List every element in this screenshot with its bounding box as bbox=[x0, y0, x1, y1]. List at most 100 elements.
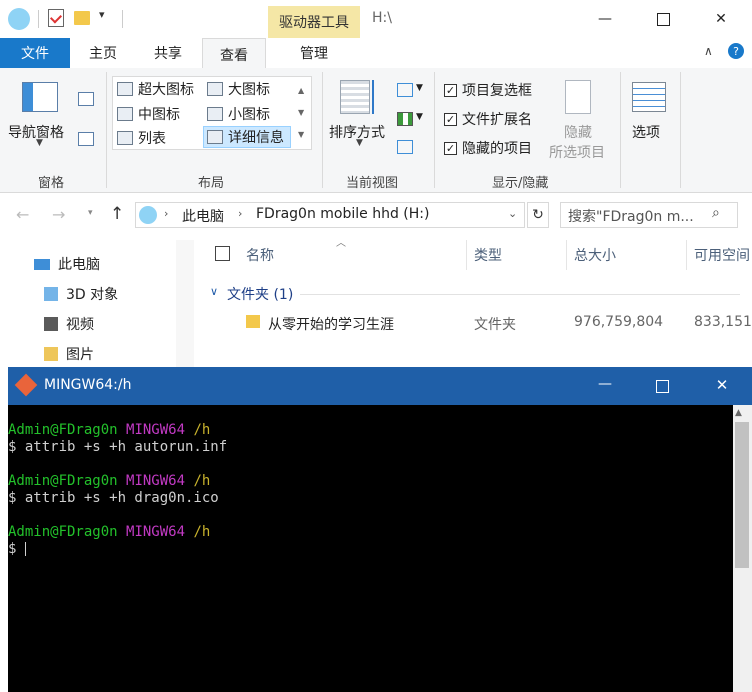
tab-view[interactable]: 查看 bbox=[202, 38, 266, 70]
minimize-button[interactable]: — bbox=[576, 0, 634, 38]
column-header-free-space[interactable]: 可用空间 bbox=[694, 240, 752, 270]
options-button[interactable]: 选项 bbox=[632, 122, 660, 142]
help-icon[interactable]: ? bbox=[728, 43, 744, 59]
file-extensions-toggle[interactable]: ✓ 文件扩展名 bbox=[444, 108, 532, 130]
breadcrumb-location[interactable]: FDrag0n mobile hhd (H:) bbox=[256, 206, 429, 222]
up-arrow-icon[interactable]: ↑ bbox=[110, 204, 124, 224]
preview-pane-icon[interactable] bbox=[78, 92, 94, 106]
checkbox-checked-icon: ✓ bbox=[444, 83, 457, 97]
nav-item-pictures[interactable]: 图片 bbox=[44, 340, 94, 368]
prompt-line: Admin@FDrag0n MINGW64 /h bbox=[8, 473, 728, 490]
prompt-user: Admin@FDrag0n bbox=[8, 473, 118, 489]
maximize-button[interactable] bbox=[634, 0, 692, 38]
nav-pane-scrollbar[interactable] bbox=[176, 240, 194, 367]
navigation-pane-icon[interactable] bbox=[22, 82, 58, 112]
new-folder-icon[interactable] bbox=[74, 11, 90, 25]
layout-extra-large-icons[interactable]: 超大图标 bbox=[117, 78, 194, 100]
details-icon bbox=[207, 130, 223, 144]
divider bbox=[106, 72, 107, 188]
chevron-down-icon: ▼ bbox=[416, 83, 423, 93]
forward-arrow-icon[interactable]: → bbox=[52, 205, 65, 224]
layout-group-label: 布局 bbox=[198, 176, 225, 191]
layout-medium-icons[interactable]: 中图标 bbox=[117, 103, 180, 125]
window-title: H:\ bbox=[372, 10, 392, 26]
scroll-up-icon[interactable]: ▲ bbox=[735, 408, 742, 418]
drive-icon bbox=[139, 206, 157, 224]
column-header-name[interactable]: 名称 bbox=[246, 240, 274, 270]
column-separator[interactable] bbox=[466, 240, 467, 270]
add-columns-icon[interactable] bbox=[397, 112, 413, 126]
layout-small-icons[interactable]: 小图标 bbox=[207, 103, 270, 125]
layout-list[interactable]: 列表 bbox=[117, 127, 166, 149]
nav-item-videos[interactable]: 视频 bbox=[44, 310, 94, 338]
layout-item-label: 超大图标 bbox=[138, 82, 194, 98]
group-header[interactable]: 文件夹 (1) bbox=[227, 284, 293, 304]
checkbox-label: 文件扩展名 bbox=[462, 112, 532, 128]
panes-group-label: 窗格 bbox=[38, 176, 65, 191]
terminal-title: MINGW64:/h bbox=[44, 377, 132, 393]
nav-item-this-pc[interactable]: 此电脑 bbox=[34, 250, 100, 278]
row-name[interactable]: 从零开始的学习生涯 bbox=[268, 314, 394, 334]
3d-objects-icon bbox=[44, 287, 58, 301]
back-arrow-icon[interactable]: ← bbox=[16, 205, 29, 224]
terminal-output[interactable]: Admin@FDrag0n MINGW64 /h $ attrib +s +h a… bbox=[8, 405, 728, 692]
checkbox-label: 项目复选框 bbox=[462, 83, 532, 99]
current-view-group-label: 当前视图 bbox=[346, 176, 399, 191]
prompt-env: MINGW64 bbox=[126, 422, 186, 438]
collapse-ribbon-icon[interactable]: ∧ bbox=[704, 44, 713, 58]
column-separator[interactable] bbox=[686, 240, 687, 270]
customize-toolbar-icon[interactable]: ▾ bbox=[99, 8, 105, 21]
nav-item-label: 此电脑 bbox=[58, 257, 100, 273]
terminal-maximize-button[interactable] bbox=[640, 376, 684, 396]
layout-item-label: 详细信息 bbox=[228, 130, 284, 146]
group-collapse-icon[interactable]: ∨ bbox=[210, 285, 218, 298]
breadcrumb-root[interactable]: 此电脑 bbox=[182, 206, 224, 226]
layout-item-label: 列表 bbox=[138, 131, 166, 147]
group-by-icon[interactable] bbox=[397, 83, 413, 97]
tab-share[interactable]: 共享 bbox=[140, 38, 196, 68]
address-history-icon[interactable]: ⌄ bbox=[508, 207, 517, 220]
column-header-total-size[interactable]: 总大小 bbox=[574, 240, 616, 270]
divider bbox=[434, 72, 435, 188]
command-line: $ attrib +s +h drag0n.ico bbox=[8, 490, 219, 506]
tab-home[interactable]: 主页 bbox=[76, 38, 130, 68]
details-pane-icon[interactable] bbox=[78, 132, 94, 146]
tab-file[interactable]: 文件 bbox=[0, 38, 70, 68]
nav-item-label: 3D 对象 bbox=[66, 287, 119, 303]
drive-tools-tab[interactable]: 驱动器工具 bbox=[268, 6, 360, 38]
terminal-close-button[interactable]: ✕ bbox=[700, 376, 744, 396]
app-icon[interactable] bbox=[8, 8, 30, 30]
options-icon[interactable] bbox=[632, 82, 666, 112]
breadcrumb-chevron-icon: › bbox=[238, 207, 243, 220]
prompt-user: Admin@FDrag0n bbox=[8, 422, 118, 438]
refresh-icon[interactable]: ↻ bbox=[527, 202, 549, 228]
layout-large-icons[interactable]: 大图标 bbox=[207, 78, 270, 100]
search-placeholder[interactable]: 搜索"FDrag0n m... bbox=[568, 206, 694, 226]
select-all-checkbox[interactable] bbox=[215, 246, 230, 261]
sort-arrow-icon bbox=[372, 80, 374, 114]
column-header-type[interactable]: 类型 bbox=[474, 240, 502, 270]
size-all-columns-icon[interactable] bbox=[397, 140, 413, 154]
recent-locations-icon[interactable]: ▾ bbox=[88, 208, 93, 218]
sort-by-icon[interactable] bbox=[340, 80, 370, 114]
videos-icon bbox=[44, 317, 58, 331]
column-separator[interactable] bbox=[566, 240, 567, 270]
scrollbar-thumb[interactable] bbox=[735, 422, 749, 568]
nav-item-3d-objects[interactable]: 3D 对象 bbox=[44, 280, 118, 308]
search-icon[interactable]: ⌕ bbox=[712, 205, 720, 221]
layout-details[interactable]: 详细信息 bbox=[203, 126, 291, 148]
item-checkboxes-toggle[interactable]: ✓ 项目复选框 bbox=[444, 79, 532, 101]
text-cursor bbox=[24, 542, 26, 556]
gallery-scroll-icon[interactable]: ▲ ▼ ▼ bbox=[298, 80, 304, 146]
close-button[interactable]: ✕ bbox=[692, 0, 750, 38]
terminal-minimize-button[interactable]: — bbox=[580, 376, 630, 396]
layout-item-label: 中图标 bbox=[138, 107, 180, 123]
tab-manage[interactable]: 管理 bbox=[268, 38, 360, 68]
hidden-items-toggle[interactable]: ✓ 隐藏的项目 bbox=[444, 137, 532, 159]
checkbox-checked-icon: ✓ bbox=[444, 141, 457, 155]
small-icons-icon bbox=[207, 107, 223, 121]
input-line[interactable]: $ bbox=[8, 541, 728, 558]
properties-icon[interactable] bbox=[48, 9, 64, 27]
